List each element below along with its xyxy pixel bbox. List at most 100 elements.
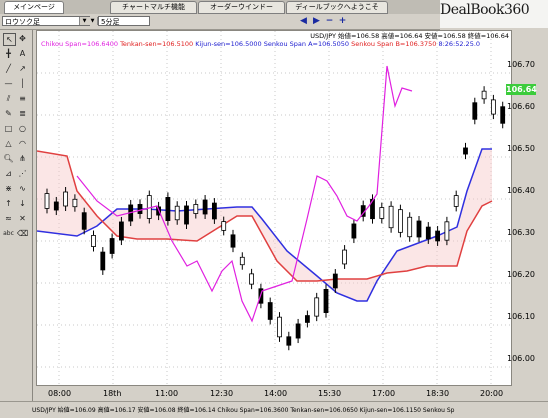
cursor-icon[interactable]: ↖ [3, 33, 16, 46]
tab-main-page[interactable]: メインページ [4, 1, 64, 14]
candle-body [444, 221, 450, 241]
candle-body [267, 302, 273, 320]
candle-body [286, 336, 292, 346]
speed-lines-icon[interactable]: ⋰ [17, 168, 28, 179]
candle-body [500, 106, 506, 124]
candle-body [221, 221, 227, 231]
eraser-icon[interactable]: ⌫ [17, 228, 28, 239]
candle-body [314, 297, 320, 317]
trendline-icon[interactable]: ╱ [3, 63, 14, 74]
ellipse-icon[interactable]: ○ [17, 123, 28, 134]
candle-body [53, 201, 59, 211]
crosshair-icon[interactable]: ╋ [3, 48, 14, 59]
chart-canvas [37, 31, 513, 387]
price-chart[interactable]: USD/JPY 始値=106.58 高値=106.64 安値=106.58 終値… [36, 30, 513, 387]
parallel-icon[interactable]: ≡ [17, 93, 28, 104]
senkou-b-readout: Senkou Span B=106.3750 [351, 40, 437, 48]
zoom-in-icon[interactable]: + [337, 16, 348, 27]
x-tick-label: 20:00 [480, 389, 504, 398]
candle-body [211, 202, 217, 220]
zoom-icon[interactable]: 🔍︎ [3, 153, 14, 164]
move-icon[interactable]: ✥ [17, 33, 28, 44]
rectangle-icon[interactable]: □ [3, 123, 14, 134]
y-tick-label: 106.30 [507, 228, 535, 237]
x-tick-label: 15:30 [318, 389, 342, 398]
candle-body [463, 147, 468, 155]
zoom-out-icon[interactable]: − [324, 16, 335, 27]
tenkan-readout: Tenkan-sen=106.5100 [120, 40, 194, 48]
timestamp-readout: 8:26:52.25.0 [438, 40, 481, 48]
chevron-down-icon: ▼ [88, 17, 98, 25]
x-tick-label: 14:00 [264, 389, 288, 398]
candle-body [91, 235, 96, 247]
drawing-toolbar: ↖ ✥ ╋ A ╱ ↗ — │ ⫽ ≡ ✎ ≣ □ ○ △ ◠ 🔍︎ ⋔ ⊿ ⋰… [0, 30, 33, 417]
senkou-a-readout: Senkou Span A=106.5050 [263, 40, 349, 48]
kijun-readout: Kijun-sen=106.5000 [195, 40, 262, 48]
y-tick-label: 106.10 [507, 312, 535, 321]
candle-body [249, 273, 255, 285]
candle-body [481, 90, 487, 100]
chart-type-select[interactable]: ロウソク足 ▼ [2, 16, 90, 26]
y-tick-label: 106.20 [507, 270, 535, 279]
x-tick-label: 17:00 [372, 389, 396, 398]
y-tick-label: 106.70 [507, 60, 535, 69]
gann-icon[interactable]: ⊿ [3, 168, 14, 179]
triangle-icon[interactable]: △ [3, 138, 14, 149]
chikou-readout: Chikou Span=106.6400 [41, 40, 118, 48]
candle-body [72, 198, 78, 208]
fan-icon[interactable]: ⋇ [3, 183, 14, 194]
y-tick-label: 106.40 [507, 186, 535, 195]
candle-body [165, 196, 171, 222]
delete-icon[interactable]: ✕ [17, 213, 28, 224]
arc-icon[interactable]: ◠ [17, 138, 28, 149]
tab-order-window[interactable]: オーダーウインドー [198, 1, 285, 14]
ray-icon[interactable]: ↗ [17, 63, 28, 74]
candle-body [295, 323, 301, 339]
chart-info-header: USD/JPY 始値=106.58 高値=106.64 安値=106.58 終値… [41, 32, 509, 48]
x-tick-label: 11:00 [155, 389, 179, 398]
fibonacci-icon[interactable]: ≣ [17, 108, 28, 119]
tab-dealbook-welcome[interactable]: ディールブックへようこそ [286, 1, 388, 14]
y-tick-label: 106.60 [507, 102, 535, 111]
text-label-icon[interactable]: abc [3, 228, 14, 239]
timeframe-select[interactable]: 5分足 ▼ [88, 16, 150, 26]
dealbook-logo: DealBook360 [440, 0, 548, 28]
y-tick-label: 106.50 [507, 144, 535, 153]
candle-body [425, 226, 431, 240]
channel-icon[interactable]: ⫽ [3, 93, 14, 104]
x-tick-label: 12:30 [210, 389, 234, 398]
candle-body [332, 273, 338, 289]
cycle-icon[interactable]: ∿ [17, 183, 28, 194]
text-tool-icon[interactable]: A [17, 48, 28, 59]
candle-body [397, 209, 403, 233]
candle-body [277, 316, 282, 338]
candle-body [202, 199, 208, 215]
x-tick-label: 08:00 [48, 389, 72, 398]
horizontal-line-icon[interactable]: — [3, 78, 14, 89]
candle-body [63, 191, 69, 207]
pitchfork-icon[interactable]: ⋔ [17, 153, 28, 164]
candle-body [44, 193, 50, 209]
candle-body [184, 205, 189, 225]
candle-body [304, 315, 310, 323]
arrow-down-icon[interactable]: ↓ [17, 198, 28, 209]
candle-body [388, 205, 394, 229]
x-tick-label: 18th [103, 389, 122, 398]
wave-icon[interactable]: ≈ [3, 213, 14, 224]
vertical-line-icon[interactable]: │ [17, 78, 28, 89]
pencil-icon[interactable]: ✎ [3, 108, 14, 119]
candle-body [490, 99, 496, 115]
current-price-badge: 106.64 [506, 84, 537, 95]
candle-body [342, 249, 348, 265]
candle-body [109, 238, 115, 254]
candle-body [174, 205, 180, 221]
status-bar: USD/JPY 始値=106.09 高値=106.17 安値=106.08 終値… [0, 401, 548, 418]
arrow-up-icon[interactable]: ↑ [3, 198, 14, 209]
candle-body [230, 234, 236, 248]
candle-body [137, 204, 143, 214]
tab-chart-multi[interactable]: チャートマルチ機能 [110, 1, 197, 14]
candle-body [435, 230, 441, 242]
arrow-right-icon[interactable]: ▶ [311, 16, 322, 27]
candle-body [453, 195, 459, 207]
arrow-left-icon[interactable]: ◀ [298, 16, 309, 27]
